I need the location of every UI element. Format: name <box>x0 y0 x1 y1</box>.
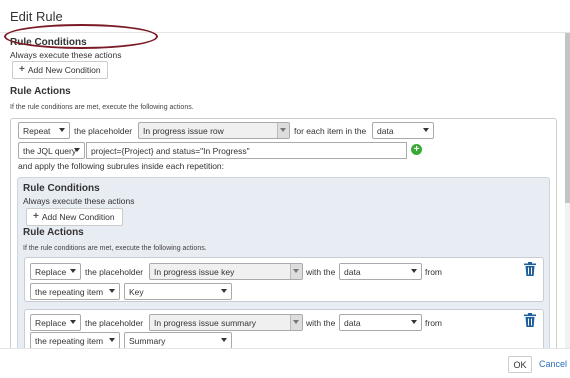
subrule-conditions-heading: Rule Conditions <box>23 183 100 194</box>
add-condition-button[interactable]: + Add New Condition <box>12 61 108 79</box>
scrollbar[interactable] <box>565 33 570 348</box>
chevron-down-icon <box>411 320 417 324</box>
chevron-down-icon <box>293 320 299 324</box>
field-select[interactable]: Summary <box>124 332 232 349</box>
highlight-ellipse <box>4 24 158 49</box>
field-select[interactable]: Key <box>124 283 232 300</box>
chevron-down-icon <box>221 289 227 293</box>
subrules-text: and apply the following subrules inside … <box>18 161 225 171</box>
rule-conditions-subtitle: Always execute these actions <box>10 50 122 60</box>
from-label: from <box>425 267 442 277</box>
row-placeholder-value: In progress issue key <box>154 266 235 277</box>
source-select[interactable]: the repeating item <box>30 283 120 300</box>
with-select-value: data <box>344 266 361 277</box>
with-label: with the <box>306 318 336 328</box>
row-placeholder-value: In progress issue summary <box>154 317 257 328</box>
row-placeholder-select[interactable]: In progress issue summary <box>149 314 303 331</box>
subrule-add-condition-button[interactable]: + Add New Condition <box>26 208 123 226</box>
plus-icon: + <box>33 211 39 222</box>
chevron-down-icon <box>423 128 429 132</box>
query-type-value: the JQL query <box>23 145 77 156</box>
scroll-thumb[interactable] <box>565 33 570 203</box>
subrule-actions-heading: Rule Actions <box>23 227 84 238</box>
placeholder-select[interactable]: In progress issue row <box>138 122 290 139</box>
dialog-title: Edit Rule <box>10 9 63 24</box>
subrule-add-condition-label: Add New Condition <box>41 212 115 222</box>
row-placeholder-label: the placeholder <box>85 267 144 277</box>
rule-actions-subtitle: If the rule conditions are met, execute … <box>10 104 194 111</box>
green-plus-icon[interactable]: + <box>411 144 422 155</box>
jql-query-value: project={Project} and status="In Progres… <box>91 145 250 156</box>
trash-icon[interactable] <box>524 313 536 327</box>
chevron-down-icon <box>109 289 115 293</box>
with-label: with the <box>306 267 336 277</box>
repeat-select[interactable]: Repeat <box>18 122 70 139</box>
from-label: from <box>425 318 442 328</box>
row-placeholder-label: the placeholder <box>85 318 144 328</box>
source-select[interactable]: data <box>372 122 434 139</box>
source-select[interactable]: the repeating item <box>30 332 120 349</box>
for-each-label: for each item in the <box>294 126 367 136</box>
with-select[interactable]: data <box>339 314 422 331</box>
chevron-down-icon <box>109 338 115 342</box>
chevron-down-icon <box>280 128 286 132</box>
chevron-down-icon <box>70 269 76 273</box>
source-select-value: data <box>377 125 394 136</box>
chevron-down-icon <box>411 269 417 273</box>
field-select-value: Key <box>129 286 144 297</box>
subrule-actions-subtitle: If the rule conditions are met, execute … <box>23 245 207 252</box>
chevron-down-icon <box>293 269 299 273</box>
chevron-down-icon <box>70 320 76 324</box>
with-select-value: data <box>344 317 361 328</box>
source-select-value: the repeating item <box>35 286 104 297</box>
row-placeholder-select[interactable]: In progress issue key <box>149 263 303 280</box>
cancel-link[interactable]: Cancel <box>539 359 567 369</box>
placeholder-select-value: In progress issue row <box>143 125 224 136</box>
repeat-select-value: Repeat <box>23 125 51 136</box>
replace-select[interactable]: Replace <box>30 314 81 331</box>
dialog-footer: OK Cancel <box>0 348 570 378</box>
plus-icon: + <box>19 64 25 75</box>
chevron-down-icon <box>74 148 80 152</box>
add-condition-label: Add New Condition <box>27 65 101 75</box>
subrule-conditions-subtitle: Always execute these actions <box>23 196 135 206</box>
source-select-value: the repeating item <box>35 335 104 346</box>
chevron-down-icon <box>59 128 65 132</box>
replace-select-value: Replace <box>35 317 67 328</box>
ok-button[interactable]: OK <box>508 356 532 373</box>
query-type-select[interactable]: the JQL query <box>18 142 85 159</box>
jql-query-input[interactable]: project={Project} and status="In Progres… <box>86 142 407 159</box>
with-select[interactable]: data <box>339 263 422 280</box>
replace-select[interactable]: Replace <box>30 263 81 280</box>
placeholder-label: the placeholder <box>74 126 133 136</box>
rule-actions-heading: Rule Actions <box>10 86 71 97</box>
chevron-down-icon <box>221 338 227 342</box>
field-select-value: Summary <box>129 335 166 346</box>
replace-select-value: Replace <box>35 266 67 277</box>
trash-icon[interactable] <box>524 262 536 276</box>
